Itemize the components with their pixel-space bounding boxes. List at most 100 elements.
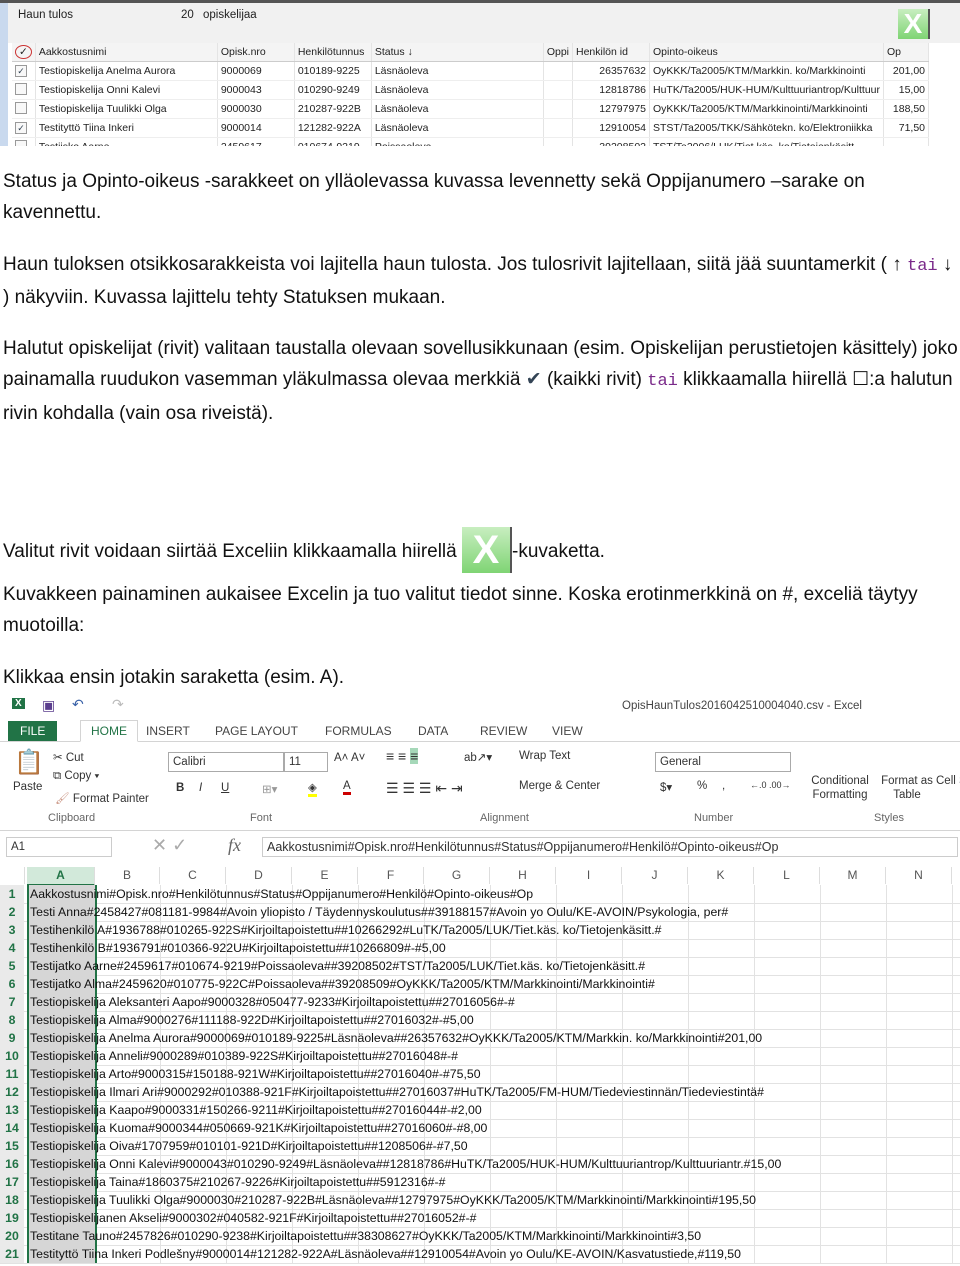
name-box[interactable]: A1	[6, 837, 112, 857]
spreadsheet-row[interactable]: 13 Testiopiskelija Kaapo#9000331#150266-9…	[0, 1101, 960, 1120]
row-checkbox[interactable]	[15, 82, 27, 95]
spreadsheet-row[interactable]: 14 Testiopiskelija Kuoma#9000344#050669-9…	[0, 1119, 960, 1138]
ribbon-tab-page-layout[interactable]: PAGE LAYOUT	[215, 724, 298, 738]
ribbon-tab-data[interactable]: DATA	[418, 724, 448, 738]
row-checkbox[interactable]	[15, 101, 27, 114]
spreadsheet-row[interactable]: 17 Testiopiskelija Taina#1860375#210267-9…	[0, 1173, 960, 1192]
spreadsheet-row[interactable]: 15 Testiopiskelija Oiva#1707959#010101-92…	[0, 1137, 960, 1156]
row-checkbox-cell[interactable]	[12, 99, 36, 119]
align-left-icon[interactable]: ☰ ☰ ☰ ⇤ ⇥	[386, 780, 463, 797]
row-checkbox-cell[interactable]	[12, 137, 36, 146]
number-format-select[interactable]: General	[655, 752, 791, 772]
column-header-F[interactable]: F	[358, 867, 424, 884]
ribbon-tab-file[interactable]: FILE	[8, 721, 58, 741]
decimal-icon[interactable]: ←.0 .00→	[750, 780, 791, 790]
ribbon-tab-formulas[interactable]: FORMULAS	[325, 724, 392, 738]
fill-color-icon[interactable]: ◈	[308, 780, 317, 797]
row-number[interactable]: 15	[0, 1137, 24, 1155]
paste-button[interactable]: Paste	[13, 781, 42, 793]
save-icon[interactable]: ▣	[42, 697, 55, 714]
spreadsheet-row[interactable]: 6 Testijatko Alma#2459620#010775-922C#Poi…	[0, 975, 960, 994]
comma-button[interactable]: ,	[722, 780, 725, 792]
align-top-icon[interactable]: ≡ ≡ ≡	[386, 748, 419, 764]
row-number[interactable]: 2	[0, 903, 24, 921]
spreadsheet-row[interactable]: 12 Testiopiskelija Ilmari Ari#9000292#010…	[0, 1083, 960, 1102]
format-painter-button[interactable]: 🖌 Format Painter	[55, 791, 149, 805]
column-header-C[interactable]: C	[160, 867, 226, 884]
row-number[interactable]: 7	[0, 993, 24, 1011]
column-header-E[interactable]: E	[292, 867, 358, 884]
row-number[interactable]: 20	[0, 1227, 24, 1245]
conditional-formatting-button[interactable]: Conditional Formatting	[805, 774, 875, 802]
row-number[interactable]: 19	[0, 1209, 24, 1227]
italic-button[interactable]: I	[199, 782, 202, 794]
row-number[interactable]: 4	[0, 939, 24, 957]
row-number[interactable]: 8	[0, 1011, 24, 1029]
undo-icon[interactable]: ↶	[72, 696, 84, 713]
row-number[interactable]: 16	[0, 1155, 24, 1173]
row-number[interactable]: 21	[0, 1245, 24, 1263]
column-header[interactable]: Henkilön id	[572, 43, 650, 62]
row-number[interactable]: 11	[0, 1065, 24, 1083]
column-header-H[interactable]: H	[490, 867, 556, 884]
row-number[interactable]: 12	[0, 1083, 24, 1101]
row-checkbox-cell[interactable]	[12, 80, 36, 100]
spreadsheet-row[interactable]: 9 Testiopiskelija Anelma Aurora#9000069#0…	[0, 1029, 960, 1048]
format-as-table-button[interactable]: Format as Table	[878, 774, 936, 802]
column-header[interactable]: Oppi	[543, 43, 574, 62]
font-color-icon[interactable]: A	[343, 780, 351, 795]
row-number[interactable]: 13	[0, 1101, 24, 1119]
spreadsheet-row[interactable]: 21 Testityttö Tiina Inkeri Podlešny#90000…	[0, 1245, 960, 1264]
borders-icon[interactable]: ⊞▾	[262, 782, 277, 796]
spreadsheet-row[interactable]: 20 Testitane Tauno#2457826#010290-9238#Ki…	[0, 1227, 960, 1246]
excel-export-icon[interactable]: X	[898, 9, 930, 39]
spreadsheet-row[interactable]: 10 Testiopiskelija Anneli#9000289#010389-…	[0, 1047, 960, 1066]
column-header-I[interactable]: I	[556, 867, 622, 884]
ribbon-tab-view[interactable]: VIEW	[552, 724, 583, 738]
bold-button[interactable]: B	[176, 782, 184, 794]
wrap-text-button[interactable]: Wrap Text	[519, 750, 570, 762]
column-header[interactable]: Op	[883, 43, 930, 62]
table-row[interactable]: Testiisko Aarne2459617010674-9219Poissao…	[12, 137, 930, 146]
insert-function-button[interactable]: fx	[228, 835, 241, 856]
copy-button[interactable]: ⧉ Copy ▾	[53, 770, 99, 783]
ribbon-tab-insert[interactable]: INSERT	[146, 724, 190, 738]
row-number[interactable]: 18	[0, 1191, 24, 1209]
row-checkbox[interactable]	[15, 139, 27, 146]
spreadsheet-row[interactable]: 3 Testihenkilö A#1936788#010265-922S#Kirj…	[0, 921, 960, 940]
table-row[interactable]: ✓ Testityttö Tiina Inkeri 9000014 121282-92…	[12, 118, 930, 138]
spreadsheet-row[interactable]: 11 Testiopiskelija Arto#9000315#150188-92…	[0, 1065, 960, 1084]
spreadsheet-row[interactable]: 8 Testiopiskelija Alma#9000276#111188-922…	[0, 1011, 960, 1030]
row-checkbox-cell[interactable]: ✓	[12, 61, 36, 81]
select-all-cell[interactable]: ✓	[12, 43, 36, 62]
merge-center-button[interactable]: Merge & Center	[519, 780, 600, 792]
column-header-G[interactable]: G	[424, 867, 490, 884]
row-number[interactable]: 1	[0, 885, 24, 903]
underline-button[interactable]: U	[221, 782, 229, 794]
table-row[interactable]: Testiopiskelija Onni Kalevi 9000043 010290…	[12, 80, 930, 100]
formula-bar[interactable]: Aakkostusnimi#Opisk.nro#Henkilötunnus#St…	[262, 837, 958, 857]
ribbon-tab-review[interactable]: REVIEW	[480, 724, 527, 738]
column-header[interactable]: Aakkostusnimi	[35, 43, 218, 62]
percent-button[interactable]: %	[697, 780, 707, 792]
currency-icon[interactable]: $▾	[660, 780, 672, 794]
row-number[interactable]: 6	[0, 975, 24, 993]
row-number[interactable]: 10	[0, 1047, 24, 1065]
row-checkbox[interactable]: ✓	[15, 65, 27, 77]
row-number[interactable]: 9	[0, 1029, 24, 1047]
row-number[interactable]: 17	[0, 1173, 24, 1191]
column-header[interactable]: Opisk.nro	[217, 43, 295, 62]
column-header-N[interactable]: N	[886, 867, 952, 884]
cell-styles-button[interactable]: Cell Styles	[936, 774, 960, 788]
spreadsheet-row[interactable]: 4 Testihenkilö B#1936791#010366-922U#Kirj…	[0, 939, 960, 958]
paste-icon[interactable]: 📋	[14, 748, 44, 777]
orientation-icon[interactable]: ab↗▾	[464, 750, 492, 764]
spreadsheet-row[interactable]: 18 Testiopiskelija Tuulikki Olga#9000030#…	[0, 1191, 960, 1210]
spreadsheet-row[interactable]: 16 Testiopiskelija Onni Kalevi#9000043#01…	[0, 1155, 960, 1174]
redo-icon[interactable]: ↷	[112, 696, 124, 713]
spreadsheet-row[interactable]: 2 Testi Anna#2458427#081181-9984#Avoin yl…	[0, 903, 960, 922]
column-header[interactable]: Status ↓	[371, 43, 544, 62]
column-header-B[interactable]: B	[95, 867, 160, 884]
spreadsheet-row[interactable]: 7 Testiopiskelija Aleksanteri Aapo#900032…	[0, 993, 960, 1012]
row-checkbox-cell[interactable]: ✓	[12, 118, 36, 138]
